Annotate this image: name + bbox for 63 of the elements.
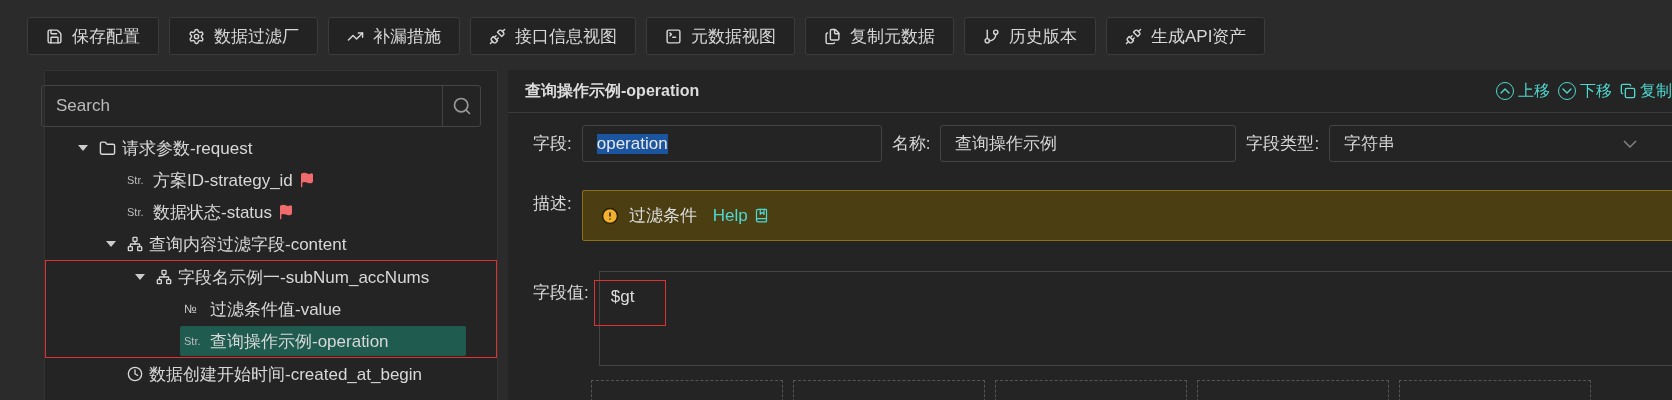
- tree-item[interactable]: Str. 方案ID-strategy_id: [123, 165, 323, 195]
- search-icon: [451, 96, 472, 116]
- item-label: 方案ID-strategy_id: [153, 169, 293, 192]
- field-label: 描述:: [533, 193, 572, 215]
- item-label: 字段名示例一-subNum_accNums: [178, 266, 430, 289]
- input-field[interactable]: operation: [581, 125, 882, 162]
- clock-icon: [127, 366, 143, 382]
- node-icon: [156, 269, 172, 285]
- action-link[interactable]: 复制: [1620, 80, 1672, 102]
- item-label: 数据状态-status: [153, 201, 273, 224]
- toolbar-button[interactable]: 历史版本: [964, 17, 1096, 55]
- tree-item[interactable]: 请求参数-request: [95, 133, 261, 163]
- copy-icon: [1620, 83, 1636, 99]
- caret-icon[interactable]: [135, 274, 145, 280]
- warning-text: 过滤条件: [628, 205, 697, 227]
- tree-item[interactable]: 字段名示例一-subNum_accNums: [152, 262, 438, 292]
- toolbar-button[interactable]: 保存配置: [27, 17, 159, 55]
- plug-icon: [1125, 27, 1142, 45]
- input-field[interactable]: 查询操作示例: [940, 125, 1237, 162]
- field-label: 字段:: [533, 133, 572, 155]
- item-label: 查询操作示例-operation: [210, 330, 389, 353]
- action-link[interactable]: 上移: [1496, 80, 1550, 102]
- plug-icon: [489, 27, 506, 45]
- item-label: 查询内容过滤字段-content: [149, 233, 347, 256]
- field-label: 名称:: [891, 133, 931, 155]
- help-link[interactable]: Help: [712, 205, 769, 226]
- value-text: $gt: [593, 280, 666, 326]
- gear-icon: [188, 27, 205, 45]
- tree-item[interactable]: № 过滤条件值-value: [180, 294, 350, 324]
- toolbar-button[interactable]: 元数据视图: [646, 17, 795, 55]
- toolbar-button[interactable]: 复制元数据: [805, 17, 954, 55]
- tree-item[interactable]: 查询内容过滤字段-content: [123, 229, 355, 259]
- tree-item[interactable]: Str. 数据状态-status: [123, 197, 303, 227]
- copy-icon: [824, 27, 841, 45]
- toolbar-button[interactable]: 数据过滤厂: [169, 17, 318, 55]
- tree-item[interactable]: 数据创建开始时间-created_at_begin: [123, 359, 431, 389]
- type-tag: Str.: [127, 206, 147, 218]
- type-tag: Str.: [184, 335, 204, 347]
- book-icon: [753, 208, 769, 223]
- item-label: 数据创建开始时间-created_at_begin: [149, 363, 423, 386]
- field-label: 字段类型:: [1246, 133, 1320, 155]
- type-tag: №: [184, 302, 204, 316]
- save-icon: [46, 27, 63, 45]
- tree-item[interactable]: Str. 查询操作示例-operation: [180, 326, 466, 356]
- selected-text: operation: [596, 133, 668, 154]
- toolbar-button[interactable]: 补漏措施: [328, 17, 460, 55]
- branch-icon: [983, 27, 1000, 45]
- field-label: 字段值:: [533, 282, 589, 304]
- node-icon: [127, 236, 143, 252]
- action-link[interactable]: 下移: [1558, 80, 1612, 102]
- chevron-icon: [1623, 139, 1637, 148]
- panel-title: 查询操作示例-operation: [525, 80, 700, 101]
- terminal-icon: [665, 27, 682, 45]
- toolbar-button[interactable]: 生成API资产: [1106, 17, 1266, 55]
- folder-icon: [99, 139, 116, 157]
- item-label: 请求参数-request: [122, 137, 253, 160]
- item-label: 过滤条件值-value: [210, 298, 342, 321]
- toolbar-button[interactable]: 接口信息视图: [470, 17, 636, 55]
- caret-icon[interactable]: [78, 145, 88, 151]
- type-select[interactable]: 字符串: [1329, 125, 1672, 162]
- warning-icon: [600, 206, 619, 225]
- caret-icon[interactable]: [106, 241, 116, 247]
- type-tag: Str.: [127, 174, 147, 186]
